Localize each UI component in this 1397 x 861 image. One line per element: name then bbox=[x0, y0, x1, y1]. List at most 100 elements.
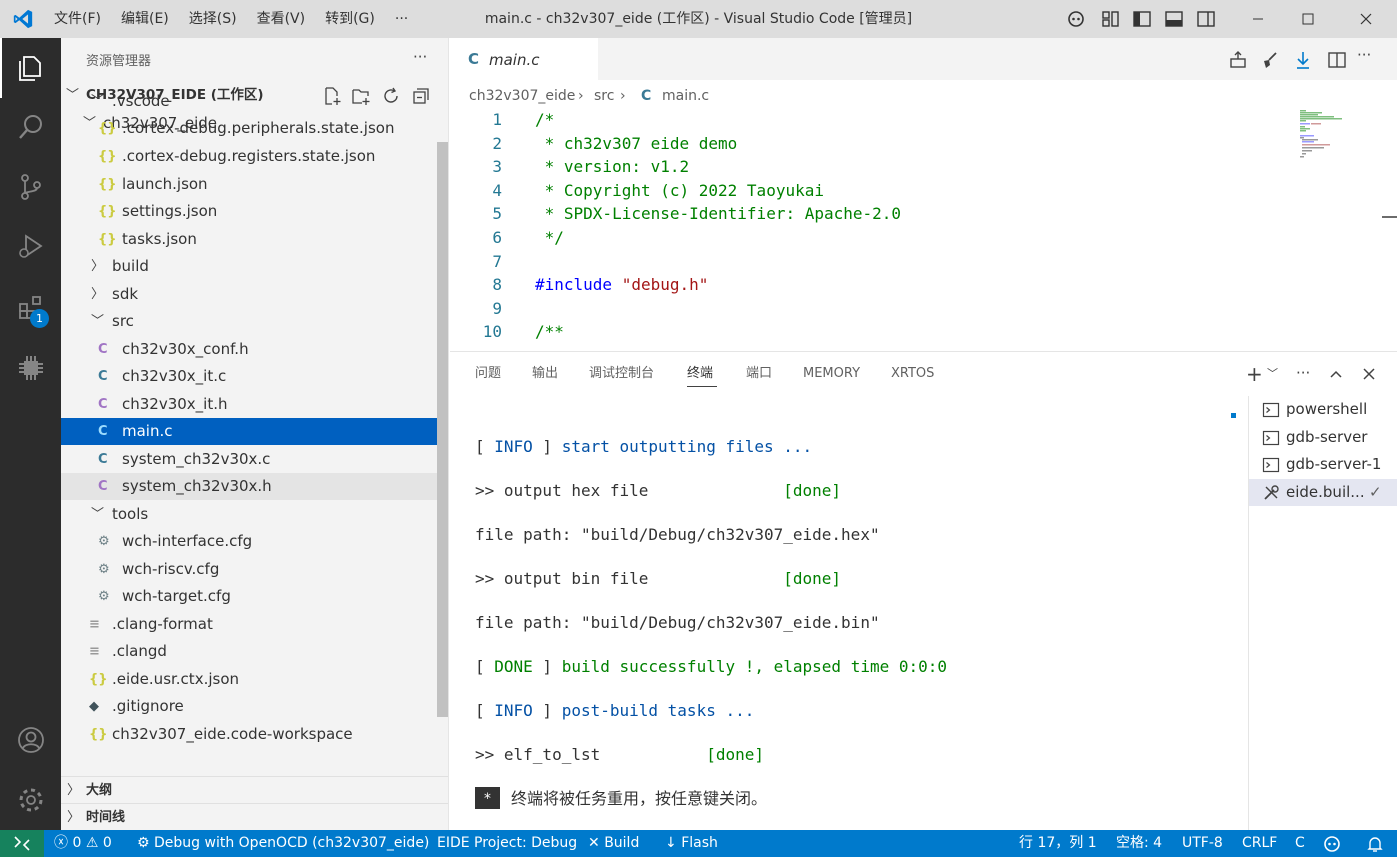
menu-selection[interactable]: 选择(S) bbox=[179, 0, 247, 38]
tab-main-c[interactable]: C main.c bbox=[450, 38, 598, 80]
cursor-position[interactable]: 行 17，列 1 bbox=[1019, 830, 1097, 857]
tree-item[interactable]: ﹀ src bbox=[61, 308, 448, 335]
error-icon: ⓧ bbox=[54, 835, 68, 851]
breadcrumb-src[interactable]: src bbox=[594, 84, 614, 108]
encoding[interactable]: UTF-8 bbox=[1182, 830, 1223, 857]
search-icon[interactable] bbox=[0, 99, 61, 155]
source-control-icon[interactable] bbox=[0, 159, 61, 215]
tree-item[interactable]: Cch32v30x_it.c bbox=[61, 363, 448, 390]
tree-item[interactable]: {} .cortex-debug.registers.state.json bbox=[61, 143, 448, 170]
tree-item[interactable]: ⚙ wch-target.cfg bbox=[61, 583, 448, 610]
tab-memory[interactable]: MEMORY bbox=[803, 352, 860, 396]
tree-item[interactable]: ﹀ .vscode bbox=[61, 88, 448, 115]
minimap[interactable] bbox=[1290, 108, 1382, 351]
customize-layout-icon[interactable] bbox=[1101, 9, 1121, 29]
warning-count: 0 bbox=[102, 835, 112, 851]
menu-go[interactable]: 转到(G) bbox=[315, 0, 385, 38]
indentation[interactable]: 空格: 4 bbox=[1116, 830, 1162, 857]
tab-problems[interactable]: 问题 bbox=[475, 352, 501, 396]
terminal-instance[interactable]: eide.buil... ✓ bbox=[1249, 479, 1397, 506]
tab-output[interactable]: 输出 bbox=[532, 352, 558, 396]
settings-gear-icon[interactable] bbox=[0, 772, 61, 828]
tree-item[interactable]: ⚙ wch-riscv.cfg bbox=[61, 556, 448, 583]
tree-item[interactable]: Csystem_ch32v30x.h bbox=[61, 473, 448, 500]
tree-item[interactable]: 〉 sdk bbox=[61, 281, 448, 308]
toggle-panel-icon[interactable] bbox=[1164, 9, 1184, 29]
copilot-status-icon[interactable] bbox=[1322, 834, 1342, 858]
remote-indicator[interactable] bbox=[0, 830, 44, 857]
copilot-icon[interactable] bbox=[1066, 9, 1086, 29]
tree-item[interactable]: 〉 build bbox=[61, 253, 448, 280]
editor-tab-bar: C main.c ··· bbox=[450, 38, 1397, 80]
problems-indicator[interactable]: ⓧ 0 ⚠ 0 bbox=[54, 830, 112, 857]
sidebar-scrollbar[interactable] bbox=[437, 142, 448, 717]
tab-xrtos[interactable]: XRTOS bbox=[891, 352, 934, 396]
chevron-down-icon[interactable]: ﹀ bbox=[1267, 365, 1278, 381]
tree-item[interactable]: {} settings.json bbox=[61, 198, 448, 225]
tree-item[interactable]: Cch32v30x_conf.h bbox=[61, 336, 448, 363]
terminal-instance[interactable]: powershell bbox=[1249, 396, 1397, 423]
toggle-sidebar-icon[interactable] bbox=[1132, 9, 1152, 29]
editor-more-button[interactable]: ··· bbox=[1357, 46, 1371, 64]
explorer-more-button[interactable]: ··· bbox=[413, 48, 427, 66]
build-icon[interactable] bbox=[1228, 50, 1248, 74]
tree-item[interactable]: ≡ .clangd bbox=[61, 638, 448, 665]
tree-item[interactable]: {} .cortex-debug.peripherals.state.json bbox=[61, 115, 448, 142]
tree-item[interactable]: {} tasks.json bbox=[61, 226, 448, 253]
explorer-icon[interactable] bbox=[0, 40, 61, 96]
tree-item[interactable]: Cmain.c bbox=[61, 418, 448, 445]
terminal-icon bbox=[1262, 424, 1280, 451]
close-panel-icon[interactable] bbox=[1361, 366, 1377, 386]
notifications-bell-icon[interactable] bbox=[1365, 834, 1385, 858]
extensions-icon[interactable] bbox=[0, 280, 61, 336]
terminal-instance[interactable]: gdb-server-1 bbox=[1249, 451, 1397, 478]
maximize-button[interactable] bbox=[1285, 0, 1331, 38]
tree-item-label: .clangd bbox=[112, 642, 167, 660]
tree-item[interactable]: Csystem_ch32v30x.c bbox=[61, 446, 448, 473]
tree-item[interactable]: {} ch32v307_eide.code-workspace bbox=[61, 721, 448, 748]
eide-project-item[interactable]: EIDE Project: Debug bbox=[437, 830, 577, 857]
new-terminal-icon[interactable]: + bbox=[1246, 362, 1263, 386]
menu-edit[interactable]: 编辑(E) bbox=[111, 0, 179, 38]
language-mode[interactable]: C bbox=[1295, 830, 1305, 857]
close-window-button[interactable] bbox=[1343, 0, 1389, 38]
build-item[interactable]: ✕ Build bbox=[588, 830, 639, 857]
account-icon[interactable] bbox=[0, 712, 61, 768]
breadcrumb-file[interactable]: main.c bbox=[662, 84, 709, 108]
menu-file[interactable]: 文件(F) bbox=[44, 0, 111, 38]
line-ending[interactable]: CRLF bbox=[1242, 830, 1277, 857]
text-file-icon: ≡ bbox=[89, 617, 100, 632]
tab-terminal[interactable]: 终端 bbox=[687, 352, 713, 396]
tree-item[interactable]: {} .eide.usr.ctx.json bbox=[61, 666, 448, 693]
tree-item[interactable]: Cch32v30x_it.h bbox=[61, 391, 448, 418]
menu-more[interactable]: ··· bbox=[385, 0, 418, 38]
tree-item[interactable]: ◆ .gitignore bbox=[61, 693, 448, 720]
c-file-icon: C bbox=[641, 88, 652, 104]
flash-item[interactable]: ↓ Flash bbox=[665, 830, 718, 857]
chevron-down-icon: ﹀ bbox=[91, 314, 105, 329]
clean-icon[interactable] bbox=[1260, 50, 1280, 74]
tree-item[interactable]: ⚙ wch-interface.cfg bbox=[61, 528, 448, 555]
outline-section[interactable]: 〉 大纲 bbox=[61, 776, 448, 803]
download-flash-icon[interactable] bbox=[1293, 50, 1313, 74]
timeline-section[interactable]: 〉 时间线 bbox=[61, 803, 448, 830]
breadcrumb-folder[interactable]: ch32v307_eide bbox=[469, 84, 575, 108]
tree-item-label: tools bbox=[112, 505, 149, 523]
panel-more-button[interactable]: ··· bbox=[1296, 364, 1310, 382]
menu-view[interactable]: 查看(V) bbox=[247, 0, 316, 38]
run-debug-icon[interactable] bbox=[0, 218, 61, 274]
chip-icon[interactable] bbox=[0, 340, 61, 396]
line-number: 8 bbox=[492, 275, 502, 295]
tab-ports[interactable]: 端口 bbox=[746, 352, 772, 396]
terminal-instance[interactable]: gdb-server bbox=[1249, 424, 1397, 451]
tab-debug-console[interactable]: 调试控制台 bbox=[589, 352, 654, 396]
tree-item[interactable]: ≡ .clang-format bbox=[61, 611, 448, 638]
minimize-button[interactable] bbox=[1235, 0, 1281, 38]
split-editor-icon[interactable] bbox=[1327, 50, 1347, 74]
maximize-panel-icon[interactable] bbox=[1328, 366, 1344, 386]
toggle-secondary-sidebar-icon[interactable] bbox=[1196, 9, 1216, 29]
done-status: [done] bbox=[783, 481, 842, 500]
tree-item[interactable]: ﹀ tools bbox=[61, 501, 448, 528]
tree-item[interactable]: {} launch.json bbox=[61, 171, 448, 198]
debug-config-item[interactable]: ⚙ Debug with OpenOCD (ch32v307_eide) bbox=[137, 830, 429, 857]
